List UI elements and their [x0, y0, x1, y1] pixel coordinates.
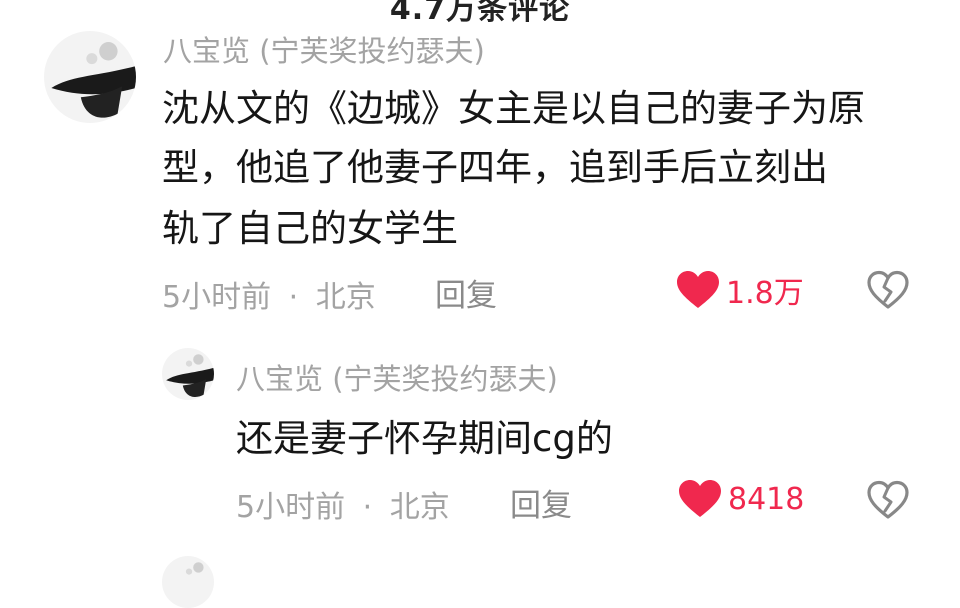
heart-icon	[677, 271, 719, 308]
comment-time: 5小时前	[162, 280, 272, 315]
like-count: 8418	[728, 481, 805, 517]
broken-heart-icon[interactable]	[866, 270, 910, 310]
reply-button[interactable]: 回复	[435, 270, 497, 315]
comment-text-line: 沈从文的《边城》女主是以自己的妻子为原	[162, 87, 865, 130]
reply-meta: 5小时前 · 北京	[236, 482, 450, 526]
broken-heart-icon[interactable]	[866, 480, 910, 520]
reply-location: 北京	[389, 490, 450, 525]
heart-icon	[679, 480, 721, 517]
comment-meta: 5小时前 · 北京	[162, 272, 376, 316]
comment-author[interactable]: 八宝览 (宁芙奖投约瑟夫)	[163, 28, 485, 70]
comment-text-line: 轨了自己的女学生	[162, 207, 458, 250]
reply-author[interactable]: 八宝览 (宁芙奖投约瑟夫)	[236, 356, 558, 398]
meta-separator: ·	[288, 280, 299, 315]
reply-button[interactable]: 回复	[510, 480, 572, 525]
avatar[interactable]	[162, 348, 214, 400]
reply-text: 还是妻子怀孕期间cg的	[236, 417, 613, 460]
reply-time: 5小时前	[236, 490, 346, 525]
avatar[interactable]	[162, 556, 214, 608]
comment-count-title: 4.7万条评论	[389, 0, 571, 27]
meta-separator: ·	[362, 490, 373, 525]
comment-location: 北京	[315, 280, 376, 315]
like-count: 1.8万	[726, 276, 804, 311]
like-button[interactable]: 1.8万	[676, 268, 804, 312]
comment-text-line: 型，他追了他妻子四年，追到手后立刻出	[162, 146, 828, 189]
like-button[interactable]: 8418	[678, 479, 804, 519]
avatar[interactable]	[44, 31, 136, 123]
